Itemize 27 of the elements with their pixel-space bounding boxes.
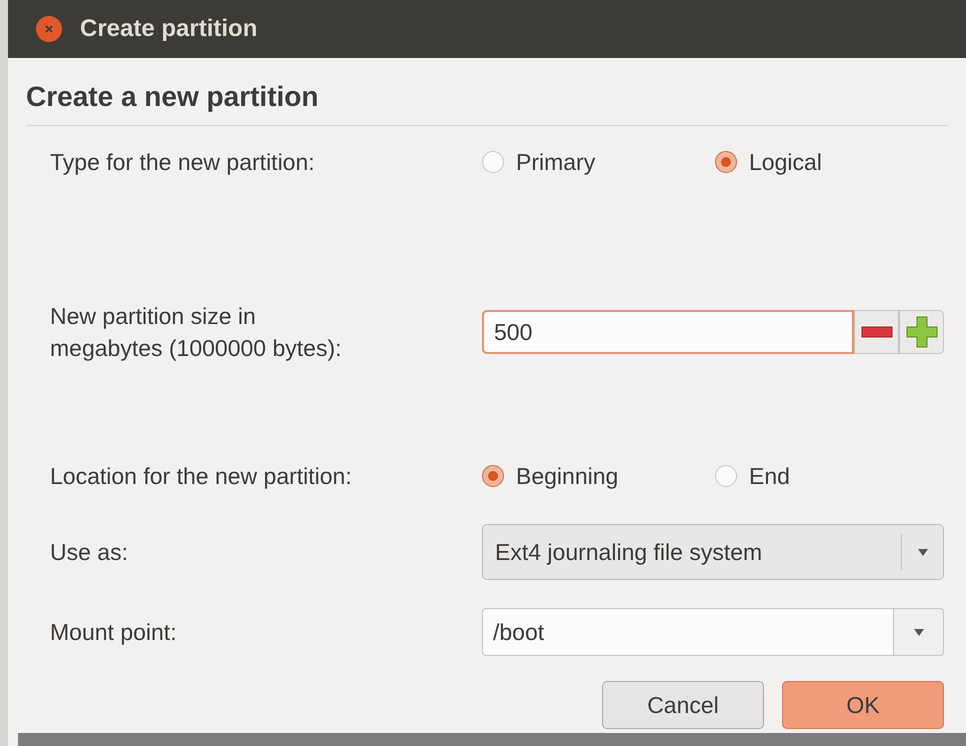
- dialog-heading: Create a new partition: [26, 80, 320, 114]
- mount-point-field[interactable]: /boot: [482, 608, 894, 656]
- radio-option[interactable]: Primary: [482, 144, 715, 180]
- file-system-dropdown[interactable]: Ext4 journaling file system: [482, 524, 944, 580]
- minus-icon: [860, 325, 892, 339]
- radio-option[interactable]: Logical: [715, 144, 948, 180]
- field-label: Location for the new partition:: [50, 462, 353, 491]
- decrease-button[interactable]: [854, 310, 899, 354]
- radio-button[interactable]: [482, 465, 504, 487]
- radio-button[interactable]: [715, 151, 737, 173]
- field-label: Type for the new partition:: [50, 148, 316, 177]
- radio-option[interactable]: End: [715, 458, 948, 494]
- window-title: Create partition: [80, 14, 258, 44]
- ok-button[interactable]: OK: [782, 681, 944, 729]
- increase-button[interactable]: [899, 310, 944, 354]
- radio-button[interactable]: [715, 465, 737, 487]
- dropdown-arrow-icon: [918, 548, 928, 556]
- plus-icon: [906, 316, 938, 348]
- field-label: New partition size in megabytes (1000000 bytes):: [50, 302, 343, 363]
- radio-option[interactable]: Beginning: [482, 458, 715, 494]
- field-label: Mount point:: [50, 618, 178, 647]
- size-input-field[interactable]: 500: [482, 310, 854, 354]
- close-icon[interactable]: [36, 16, 62, 42]
- field-label: Use as:: [50, 538, 129, 567]
- cancel-button[interactable]: Cancel: [602, 681, 764, 729]
- radio-button[interactable]: [482, 151, 504, 173]
- dropdown-arrow-icon: [914, 628, 924, 636]
